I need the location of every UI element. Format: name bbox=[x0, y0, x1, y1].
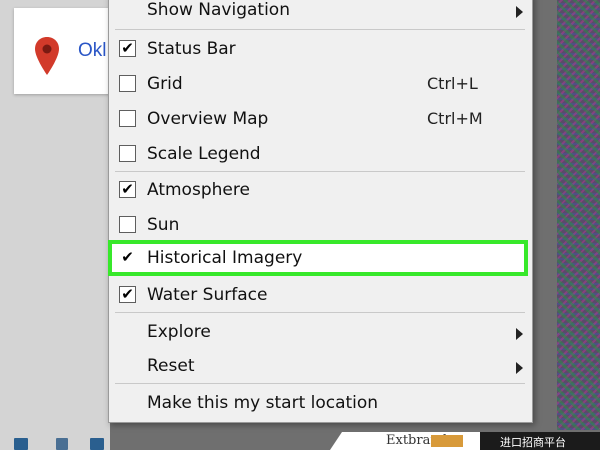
shortcut-label: Ctrl+M bbox=[427, 109, 483, 128]
menu-item-make-start-location[interactable]: Make this my start location bbox=[109, 388, 532, 420]
menu-item-label: Atmosphere bbox=[147, 180, 250, 200]
menu-item-explore[interactable]: Explore bbox=[109, 317, 532, 349]
menu-separator bbox=[115, 383, 525, 384]
historical-imagery-checkbox[interactable]: ✔ bbox=[119, 249, 136, 266]
menu-item-grid[interactable]: Grid Ctrl+L bbox=[109, 69, 532, 101]
menu-item-label: Sun bbox=[147, 215, 180, 235]
watermark-logo-tag bbox=[431, 435, 463, 447]
map-view[interactable] bbox=[557, 0, 600, 430]
clipboard-icon[interactable] bbox=[56, 438, 68, 450]
submenu-arrow-icon bbox=[516, 328, 523, 340]
print-icon[interactable] bbox=[90, 438, 104, 450]
menu-item-sun[interactable]: Sun bbox=[109, 210, 532, 242]
menu-item-overview-map[interactable]: Overview Map Ctrl+M bbox=[109, 104, 532, 136]
atmosphere-checkbox[interactable]: ✔ bbox=[119, 181, 136, 198]
menu-item-historical-imagery[interactable]: ✔ Historical Imagery bbox=[108, 240, 528, 276]
status-bar-checkbox[interactable]: ✔ bbox=[119, 40, 136, 57]
menu-item-label: Reset bbox=[147, 356, 195, 376]
menu-separator bbox=[115, 171, 525, 172]
menu-item-label: Make this my start location bbox=[147, 393, 379, 413]
menu-item-scale-legend[interactable]: Scale Legend bbox=[109, 139, 532, 171]
menu-item-label: Explore bbox=[147, 322, 211, 342]
watermark-banner: Extbrand 进口招商平台 bbox=[330, 432, 600, 450]
scale-legend-checkbox[interactable] bbox=[119, 145, 136, 162]
bottom-toolbar bbox=[0, 428, 110, 450]
watermark-slogan: 进口招商平台 bbox=[500, 436, 566, 449]
folder-icon[interactable] bbox=[14, 438, 28, 450]
view-menu: Show Navigation ✔ Status Bar Grid Ctrl+L… bbox=[108, 0, 533, 423]
menu-item-atmosphere[interactable]: ✔ Atmosphere bbox=[109, 175, 532, 207]
map-pin-icon bbox=[35, 37, 59, 75]
menu-item-label: Scale Legend bbox=[147, 144, 261, 164]
menu-item-label: Show Navigation bbox=[147, 0, 290, 20]
menu-item-label: Grid bbox=[147, 74, 183, 94]
menu-separator bbox=[115, 29, 525, 30]
menu-item-label: Water Surface bbox=[147, 285, 268, 305]
search-result-text[interactable]: Okl bbox=[78, 40, 107, 62]
menu-item-reset[interactable]: Reset bbox=[109, 351, 532, 383]
menu-item-show-navigation[interactable]: Show Navigation bbox=[109, 0, 532, 27]
menu-item-label: Status Bar bbox=[147, 39, 236, 59]
left-sidebar: Okl bbox=[0, 0, 164, 450]
submenu-arrow-icon bbox=[516, 6, 523, 18]
menu-item-status-bar[interactable]: ✔ Status Bar bbox=[109, 34, 532, 66]
menu-separator bbox=[115, 312, 525, 313]
menu-item-label: Historical Imagery bbox=[147, 248, 303, 268]
water-surface-checkbox[interactable]: ✔ bbox=[119, 286, 136, 303]
overview-map-checkbox[interactable] bbox=[119, 110, 136, 127]
submenu-arrow-icon bbox=[516, 362, 523, 374]
grid-checkbox[interactable] bbox=[119, 75, 136, 92]
menu-item-water-surface[interactable]: ✔ Water Surface bbox=[109, 280, 532, 312]
shortcut-label: Ctrl+L bbox=[427, 74, 478, 93]
sun-checkbox[interactable] bbox=[119, 216, 136, 233]
menu-item-label: Overview Map bbox=[147, 109, 269, 129]
